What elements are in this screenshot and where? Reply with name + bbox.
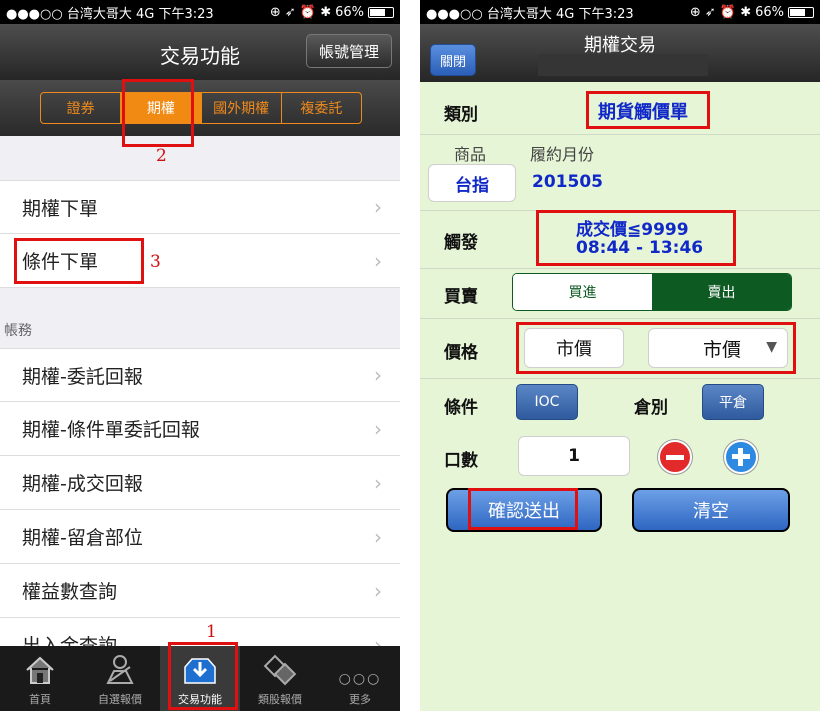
- chevron-right-icon: ›: [374, 248, 382, 273]
- qty-input[interactable]: 1: [518, 436, 630, 476]
- list-item-open-positions[interactable]: 期權-留倉部位 ›: [0, 510, 400, 564]
- minus-icon[interactable]: [658, 440, 692, 474]
- left-screen: ●●●○○ 台湾大哥大 4G 下午3:23 ⊕ ➶ ⏰ ✱ 66% 交易功能 帳…: [0, 0, 400, 711]
- account-management-button[interactable]: 帳號管理: [306, 34, 392, 68]
- sector-icon: [263, 654, 297, 686]
- account-menu-list: 期權-委託回報 › 期權-條件單委託回報 › 期權-成交回報 › 期權-留倉部位…: [0, 348, 400, 672]
- home-icon: [26, 656, 54, 684]
- buy-button[interactable]: 買進: [513, 274, 652, 310]
- trigger-price[interactable]: 成交價≦9999: [576, 215, 689, 240]
- close-button[interactable]: 關閉: [430, 44, 476, 76]
- tab-trading[interactable]: 交易功能: [160, 646, 240, 711]
- category-value[interactable]: 期貨觸價單: [598, 98, 688, 124]
- battery-icon: [368, 6, 394, 18]
- watchlist-icon: [106, 655, 134, 684]
- account-name-redacted: [538, 54, 708, 76]
- nav-bar: 期權交易 關閉: [420, 24, 820, 82]
- sell-button[interactable]: 賣出: [652, 274, 791, 310]
- list-item-label: 權益數查詢: [22, 581, 118, 603]
- status-bar: ●●●○○ 台湾大哥大 4G 下午3:23 ⊕ ➶ ⏰ ✱ 66%: [0, 0, 400, 24]
- price-type-button[interactable]: 市價: [524, 328, 624, 368]
- segment-options[interactable]: 期權: [121, 93, 202, 123]
- confirm-submit-button[interactable]: 確認送出: [446, 488, 602, 532]
- trigger-label: 觸發: [444, 233, 478, 253]
- category-label: 類別: [444, 105, 478, 125]
- trigger-time[interactable]: 08:44 - 13:46: [576, 238, 703, 258]
- market-segment-bar: 證券 期權 國外期權 複委託: [0, 80, 400, 136]
- segment-securities[interactable]: 證券: [41, 93, 122, 123]
- product-label: 商品: [454, 145, 487, 164]
- dropdown-arrow-icon: ▼: [766, 339, 777, 355]
- carrier-text: ●●●○○ 台湾大哥大 4G 下午3:23: [6, 6, 214, 22]
- condition-ioc-button[interactable]: IOC: [516, 384, 578, 420]
- condition-label: 條件: [444, 398, 478, 418]
- list-item-conditional-order-report[interactable]: 期權-條件單委託回報 ›: [0, 402, 400, 456]
- side-label: 買賣: [444, 287, 478, 307]
- tab-sector-quotes[interactable]: 類股報價: [240, 646, 320, 711]
- battery-percent: 66%: [335, 4, 364, 20]
- annotation-number-2: 2: [156, 146, 167, 166]
- month-label: 履約月份: [530, 145, 595, 164]
- list-item-label: 期權-成交回報: [22, 473, 143, 495]
- list-item-label: 條件下單: [22, 251, 99, 273]
- nav-bar: 交易功能 帳號管理: [0, 24, 400, 80]
- qty-label: 口數: [444, 451, 478, 471]
- tab-more[interactable]: ○○○ 更多: [320, 646, 400, 711]
- clear-button[interactable]: 清空: [632, 488, 790, 532]
- position-close-button[interactable]: 平倉: [702, 384, 764, 420]
- list-item-label: 期權-留倉部位: [22, 527, 143, 549]
- section-label-accounts: 帳務: [4, 323, 32, 339]
- position-label: 倉別: [634, 398, 668, 418]
- plus-icon[interactable]: [724, 440, 758, 474]
- market-segmented-control: 證券 期權 國外期權 複委託: [40, 92, 362, 124]
- chevron-right-icon: ›: [374, 470, 382, 495]
- price-label: 價格: [444, 343, 478, 363]
- list-item-label: 期權下單: [22, 197, 99, 220]
- right-screen: ●●●○○ 台湾大哥大 4G 下午3:23 ⊕ ➶ ⏰ ✱ 66% 期權交易 關…: [420, 0, 820, 711]
- list-item-label: 期權-條件單委託回報: [22, 419, 200, 441]
- list-item-options-order[interactable]: 期權下單 ›: [0, 180, 400, 234]
- annotation-number-3: 3: [150, 252, 161, 272]
- list-item-label: 期權-委託回報: [22, 365, 143, 388]
- tab-bar: 首頁 自選報價 交易功能 類股報價 ○○○ 更多: [0, 646, 400, 711]
- battery-percent: 66%: [755, 4, 784, 20]
- chevron-right-icon: ›: [374, 363, 382, 387]
- order-menu-list: 期權下單 › 條件下單 ›: [0, 180, 400, 288]
- trade-tray-icon: [184, 658, 216, 684]
- product-selector[interactable]: 台指: [428, 164, 516, 202]
- carrier-text: ●●●○○ 台湾大哥大 4G 下午3:23: [426, 6, 634, 22]
- status-icons: ⊕ ➶ ⏰ ✱: [269, 4, 332, 20]
- chevron-right-icon: ›: [374, 578, 382, 603]
- status-bar: ●●●○○ 台湾大哥大 4G 下午3:23 ⊕ ➶ ⏰ ✱ 66%: [420, 0, 820, 24]
- list-item-order-report[interactable]: 期權-委託回報 ›: [0, 348, 400, 402]
- tab-home[interactable]: 首頁: [0, 646, 80, 711]
- tab-watchlist[interactable]: 自選報價: [80, 646, 160, 711]
- list-item-conditional-order[interactable]: 條件下單 ›: [0, 234, 400, 288]
- side-segmented-control: 買進 賣出: [512, 273, 792, 311]
- annotation-number-1: 1: [206, 622, 217, 642]
- segment-sub-brokerage[interactable]: 複委託: [282, 93, 361, 123]
- status-icons: ⊕ ➶ ⏰ ✱: [689, 4, 752, 20]
- chevron-right-icon: ›: [374, 416, 382, 441]
- price-select[interactable]: 市價 ▼: [648, 328, 788, 368]
- price-select-value: 市價: [703, 338, 742, 361]
- list-item-trade-report[interactable]: 期權-成交回報 ›: [0, 456, 400, 510]
- battery-icon: [788, 6, 814, 18]
- chevron-right-icon: ›: [374, 524, 382, 549]
- month-value[interactable]: 201505: [532, 172, 603, 192]
- chevron-right-icon: ›: [374, 195, 382, 219]
- list-item-equity-query[interactable]: 權益數查詢 ›: [0, 564, 400, 618]
- more-icon: ○○○: [338, 671, 382, 687]
- segment-foreign-options[interactable]: 國外期權: [202, 93, 282, 123]
